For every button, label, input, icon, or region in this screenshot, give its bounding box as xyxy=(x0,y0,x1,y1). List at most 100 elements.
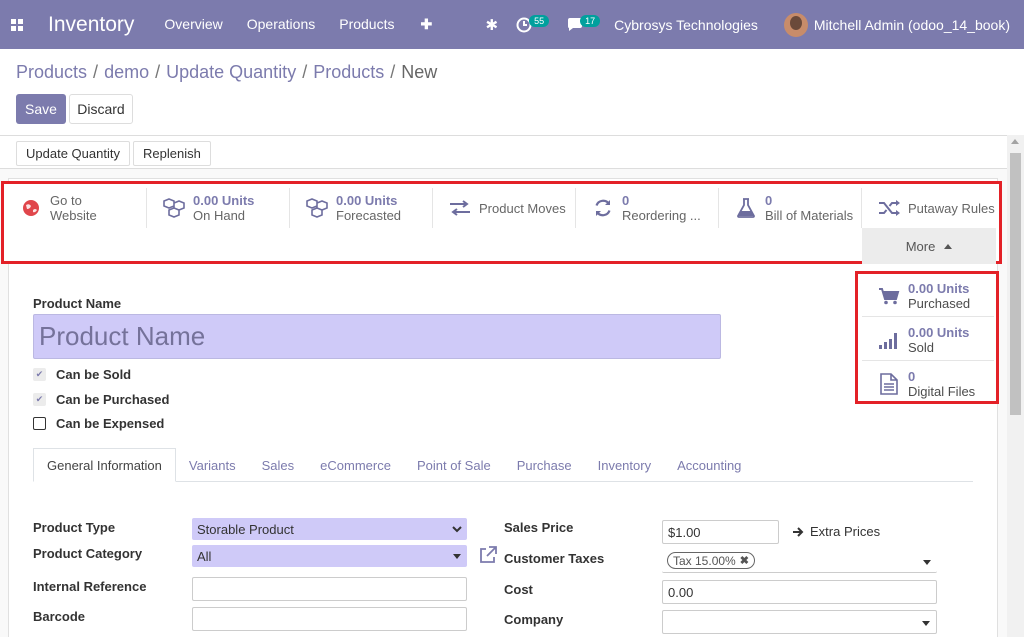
smart-button-putaway-rules[interactable]: Putaway Rules xyxy=(862,188,1005,228)
caret-down-icon xyxy=(453,554,461,559)
smart-button-text: 0.00 Units Sold xyxy=(908,325,969,355)
tab-general-information[interactable]: General Information xyxy=(33,448,176,482)
tab-accounting[interactable]: Accounting xyxy=(664,448,754,482)
smart-button-text: 0.00 Units On Hand xyxy=(193,193,254,223)
smart-button-text: 0 Digital Files xyxy=(908,369,975,399)
caret-down-icon xyxy=(923,560,931,565)
navbar-systray: ✱ 55 17 Cybrosys Technologies Mitchell A… xyxy=(468,0,1010,49)
product-type-label: Product Type xyxy=(33,520,116,535)
smart-button-text: Product Moves xyxy=(479,201,566,216)
company-switcher[interactable]: Cybrosys Technologies xyxy=(614,17,758,33)
breadcrumb-products[interactable]: Products xyxy=(16,62,87,82)
can-be-purchased-checkbox[interactable]: ✔ xyxy=(33,393,46,406)
product-category-select[interactable]: All xyxy=(192,545,467,567)
app-title[interactable]: Inventory xyxy=(48,13,134,37)
save-button[interactable]: Save xyxy=(16,94,66,124)
more-button[interactable]: More xyxy=(862,228,996,264)
internal-reference-input[interactable] xyxy=(192,577,467,601)
breadcrumb-separator: / xyxy=(155,62,161,82)
external-link-icon[interactable] xyxy=(479,546,497,569)
smart-button-box: Go to Website 0.00 Units On Hand 0.00 Un… xyxy=(1,181,1002,264)
smart-button-label: Purchased xyxy=(908,295,971,311)
tax-tag-label: Tax 15.00% xyxy=(673,553,736,568)
smart-button-label: Putaway Rules xyxy=(908,200,995,216)
can-be-sold-label: Can be Sold xyxy=(56,367,132,382)
breadcrumb-separator: / xyxy=(302,62,308,82)
menu-products[interactable]: Products xyxy=(339,16,394,33)
can-be-purchased-label: Can be Purchased xyxy=(56,392,170,407)
smart-button-value: 0.00 Units xyxy=(336,193,398,208)
can-be-expensed-label: Can be Expensed xyxy=(56,416,165,431)
can-be-sold-checkbox[interactable]: ✔ xyxy=(33,368,46,381)
product-category-value: All xyxy=(197,548,212,564)
tab-ecommerce[interactable]: eCommerce xyxy=(307,448,404,482)
breadcrumb-current: New xyxy=(401,62,438,82)
tab-variants[interactable]: Variants xyxy=(176,448,249,482)
activity-icon[interactable]: 55 xyxy=(516,14,550,33)
random-icon xyxy=(874,199,904,217)
bug-icon[interactable]: ✱ xyxy=(486,16,499,34)
scroll-up-icon[interactable] xyxy=(1011,139,1019,144)
smart-button-text: 0 Bill of Materials xyxy=(765,193,853,223)
exchange-icon xyxy=(445,200,475,216)
notebook-tabs: General Information Variants Sales eComm… xyxy=(33,448,973,482)
smart-button-value: 0.00 Units xyxy=(908,324,970,340)
smart-button-bill-of-materials[interactable]: 0 Bill of Materials xyxy=(719,188,862,228)
discard-button[interactable]: Discard xyxy=(69,94,133,124)
avatar[interactable] xyxy=(783,12,808,37)
scrollbar[interactable] xyxy=(1007,135,1024,637)
smart-button-reordering[interactable]: 0 Reordering ... xyxy=(576,188,719,228)
cost-label: Cost xyxy=(504,582,533,597)
tab-inventory[interactable]: Inventory xyxy=(585,448,664,482)
tab-purchase[interactable]: Purchase xyxy=(504,448,585,482)
smart-button-website[interactable]: Go to Website xyxy=(4,188,147,228)
smart-button-label: Reordering ... xyxy=(622,208,701,223)
breadcrumb-demo[interactable]: demo xyxy=(104,62,149,82)
breadcrumb-products-2[interactable]: Products xyxy=(313,62,384,82)
menu-overview[interactable]: Overview xyxy=(164,16,222,33)
smart-button-label: Sold xyxy=(908,339,935,355)
sales-price-label: Sales Price xyxy=(504,520,574,535)
smart-button-value: 0 xyxy=(908,369,916,384)
internal-reference-label: Internal Reference xyxy=(33,579,147,594)
smart-button-value: 0 xyxy=(622,193,630,208)
cubes-icon xyxy=(302,198,332,218)
tab-sales[interactable]: Sales xyxy=(249,448,308,482)
tab-point-of-sale[interactable]: Point of Sale xyxy=(404,448,504,482)
customer-taxes-input[interactable]: Tax 15.00% ✖ xyxy=(662,549,937,573)
product-type-select[interactable]: Storable Product xyxy=(192,518,467,540)
smart-button-purchased[interactable]: 0.00 Units Purchased xyxy=(862,275,994,317)
close-icon[interactable]: ✖ xyxy=(740,554,749,567)
barcode-input[interactable] xyxy=(192,607,467,631)
can-be-expensed-checkbox[interactable] xyxy=(33,417,46,430)
menu-operations[interactable]: Operations xyxy=(247,16,315,33)
breadcrumb-update-quantity[interactable]: Update Quantity xyxy=(166,62,296,82)
update-quantity-button[interactable]: Update Quantity xyxy=(16,141,130,166)
smart-button-forecasted[interactable]: 0.00 Units Forecasted xyxy=(290,188,433,228)
extra-prices-button[interactable]: Extra Prices xyxy=(792,524,880,539)
smart-button-digital-files[interactable]: 0 Digital Files xyxy=(862,363,994,405)
cost-input[interactable]: 0.00 xyxy=(662,580,937,604)
chevron-down-icon xyxy=(452,526,462,533)
scrollbar-thumb[interactable] xyxy=(1010,153,1021,415)
tax-tag: Tax 15.00% ✖ xyxy=(667,552,755,569)
smart-button-text: Go to Website xyxy=(50,193,97,223)
cubes-icon xyxy=(159,198,189,218)
product-name-input[interactable]: Product Name xyxy=(33,314,721,359)
can-be-sold-row: ✔ Can be Sold xyxy=(33,367,131,382)
main-menu: Overview Operations Products ✚ xyxy=(164,16,456,33)
company-select[interactable] xyxy=(662,610,937,634)
smart-button-on-hand[interactable]: 0.00 Units On Hand xyxy=(147,188,290,228)
user-menu[interactable]: Mitchell Admin (odoo_14_book) xyxy=(814,17,1010,33)
replenish-button[interactable]: Replenish xyxy=(133,141,211,166)
smart-button-product-moves[interactable]: Product Moves xyxy=(433,188,576,228)
cart-icon xyxy=(874,287,904,305)
sales-price-input[interactable]: $1.00 xyxy=(662,520,779,544)
messages-icon[interactable]: 17 xyxy=(567,14,601,32)
smart-button-sold[interactable]: 0.00 Units Sold xyxy=(862,319,994,361)
signal-icon xyxy=(874,331,904,349)
plus-icon[interactable]: ✚ xyxy=(420,16,432,33)
activity-count-badge: 55 xyxy=(529,14,550,27)
smart-button-label: Product Moves xyxy=(479,200,566,216)
apps-menu-icon[interactable] xyxy=(0,18,34,31)
